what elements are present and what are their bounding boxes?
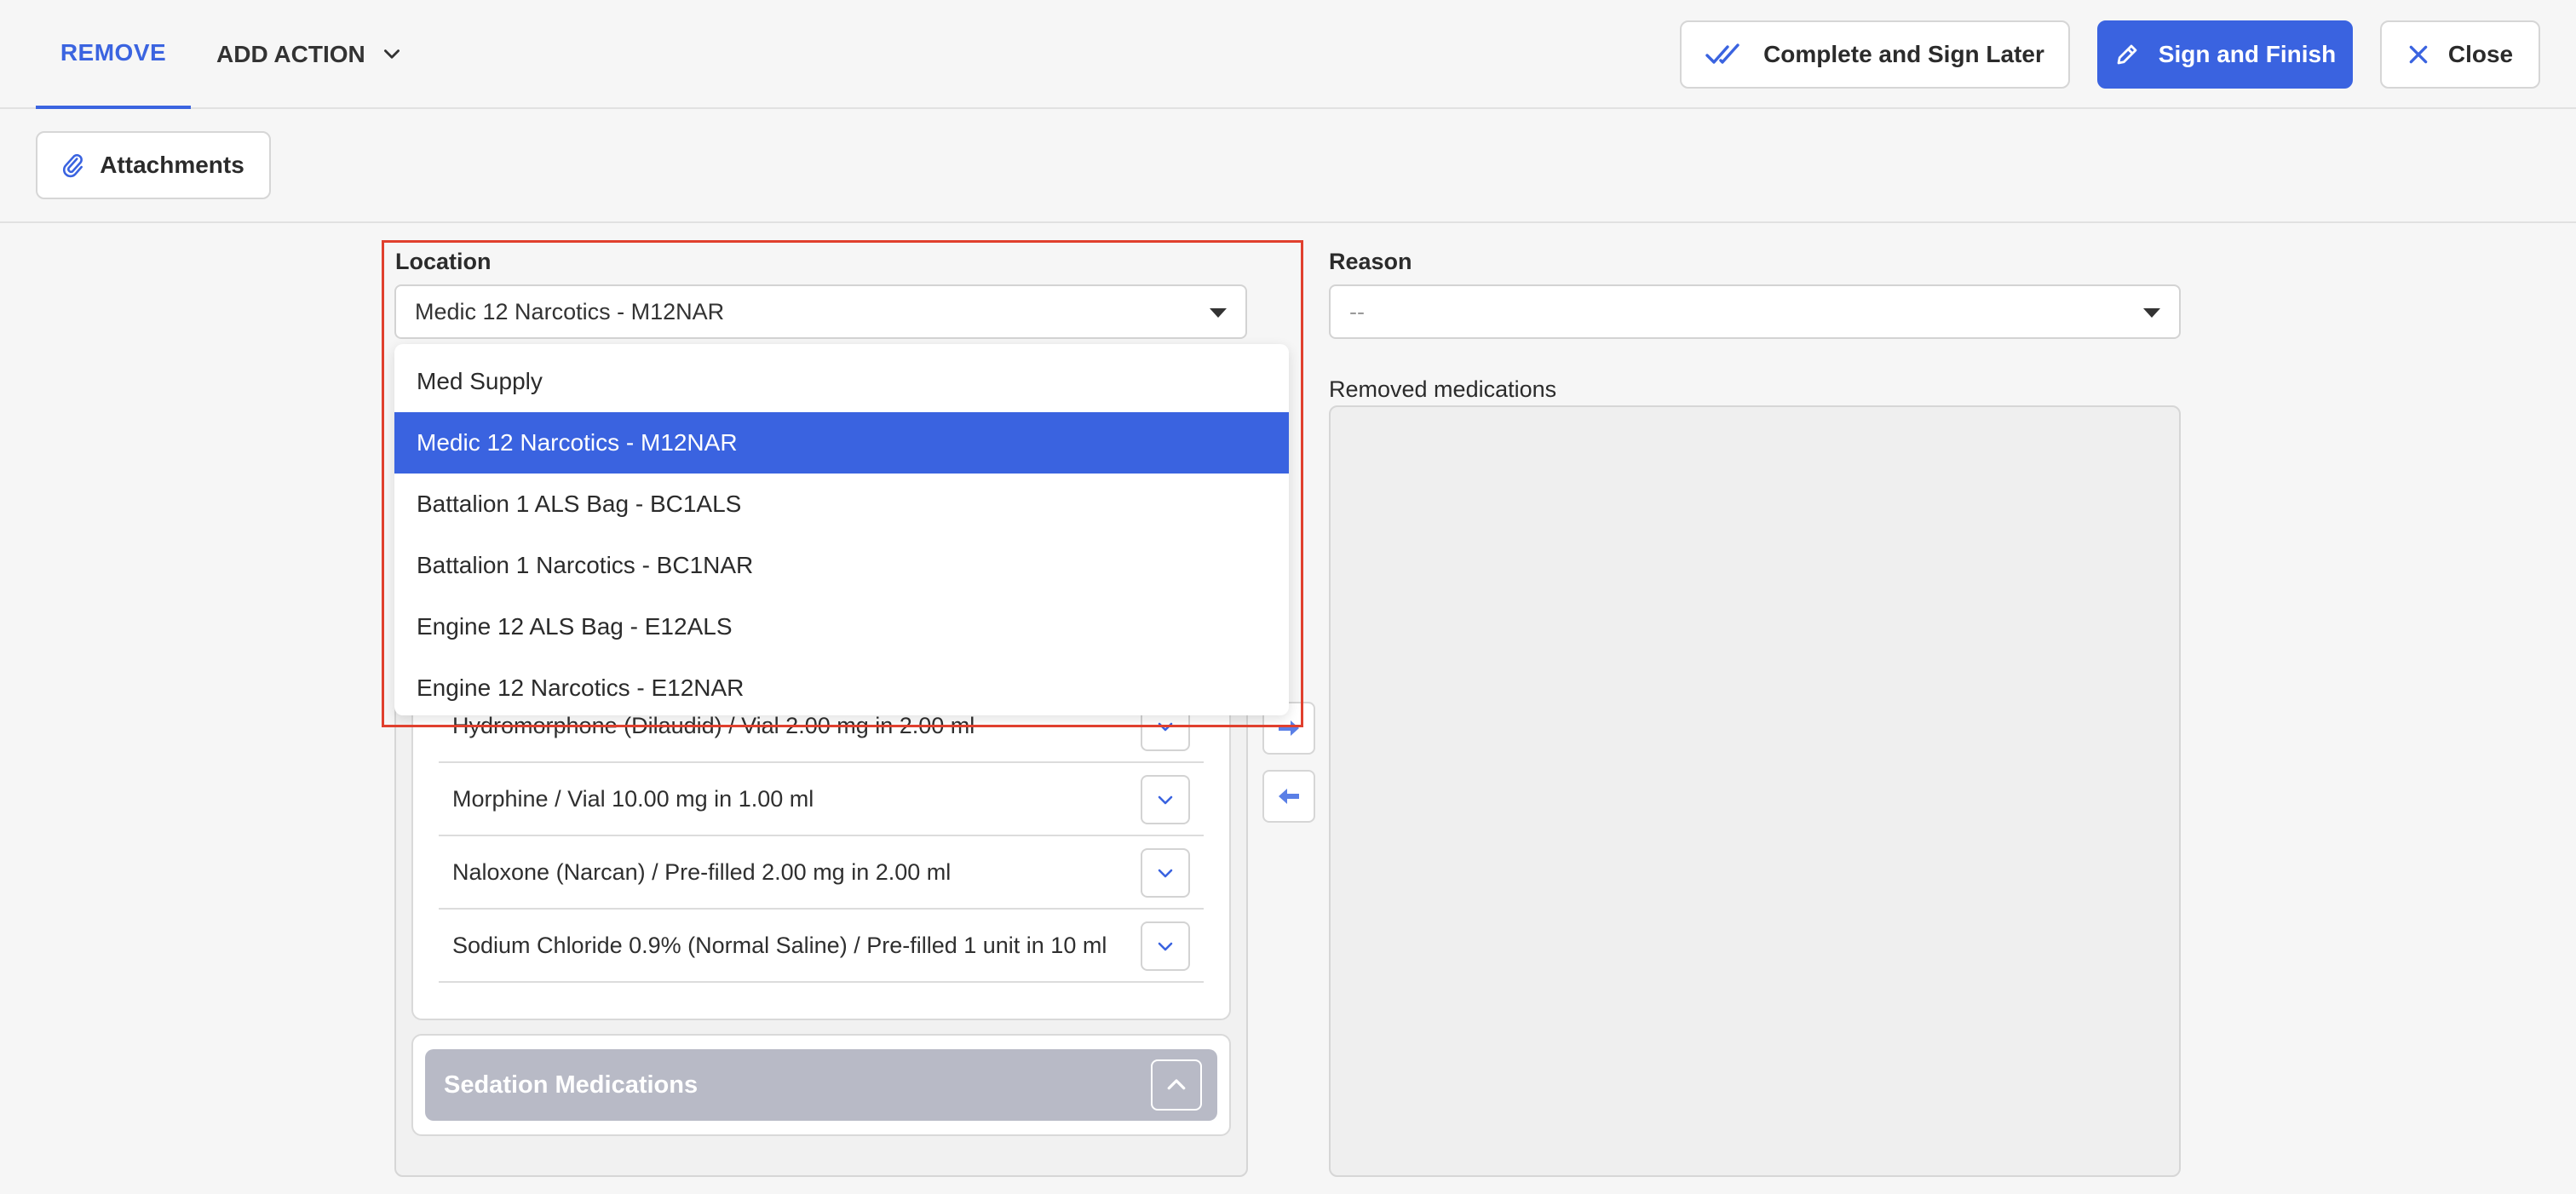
medication-name: Naloxone (Narcan) / Pre-filled 2.00 mg i… [452,858,952,885]
expand-button[interactable] [1141,775,1190,824]
move-left-button[interactable] [1262,770,1315,823]
medication-name: Morphine / Vial 10.00 mg in 1.00 ml [452,785,814,812]
header: REMOVE ADD ACTION Complete and Sign Late… [0,0,2576,109]
close-label: Close [2447,41,2514,67]
tab-remove-label: REMOVE [60,39,167,66]
caret-down-icon [2143,308,2160,318]
close-icon [2407,43,2429,66]
chevron-down-icon [1155,863,1176,883]
medication-row: Naloxone (Narcan) / Pre-filled 2.00 mg i… [439,836,1204,910]
expand-button[interactable] [1141,848,1190,898]
location-select-value: Medic 12 Narcotics - M12NAR [415,298,725,324]
removed-medications-label: Removed medications [1329,376,1557,402]
arrow-right-icon [1277,719,1301,738]
location-option[interactable]: Engine 12 Narcotics - E12NAR [394,657,1289,715]
complete-sign-later-button[interactable]: Complete and Sign Later [1680,20,2070,89]
location-option[interactable]: Engine 12 ALS Bag - E12ALS [394,596,1289,657]
medication-row: Sodium Chloride 0.9% (Normal Saline) / P… [439,910,1204,983]
paperclip-icon [62,152,84,178]
complete-sign-later-label: Complete and Sign Later [1763,41,2044,67]
add-action-label: ADD ACTION [216,41,365,67]
medication-name: Hydromorphone (Dilaudid) / Vial 2.00 mg … [452,712,975,738]
location-option[interactable]: Med Supply [394,351,1289,412]
chevron-down-icon [381,43,403,66]
chevron-down-icon [1155,936,1176,956]
sign-finish-button[interactable]: Sign and Finish [2097,20,2353,89]
collapse-button[interactable] [1151,1059,1202,1111]
medication-name: Sodium Chloride 0.9% (Normal Saline) / P… [452,932,1107,958]
expand-button[interactable] [1141,921,1190,971]
sedation-title: Sedation Medications [444,1071,699,1099]
pen-icon [2114,42,2140,67]
chevron-up-icon [1164,1072,1189,1098]
toolbar: Attachments [0,111,2576,223]
add-action-dropdown[interactable]: ADD ACTION [216,0,403,109]
medication-row: Morphine / Vial 10.00 mg in 1.00 ml [439,763,1204,836]
reason-label: Reason [1329,249,1412,274]
attachments-button[interactable]: Attachments [36,131,271,199]
location-select[interactable]: Medic 12 Narcotics - M12NAR [394,284,1247,339]
location-option-selected[interactable]: Medic 12 Narcotics - M12NAR [394,412,1289,474]
reason-select-value: -- [1349,298,1365,324]
tab-remove[interactable]: REMOVE [36,0,191,109]
location-option[interactable]: Battalion 1 ALS Bag - BC1ALS [394,474,1289,535]
close-button[interactable]: Close [2380,20,2540,89]
arrow-left-icon [1277,787,1301,806]
double-check-icon [1705,42,1745,67]
reason-select[interactable]: -- [1329,284,2181,339]
attachments-label: Attachments [100,152,244,178]
removed-medications-box [1329,405,2181,1177]
location-label: Location [395,249,492,274]
sedation-section-header[interactable]: Sedation Medications [425,1049,1217,1121]
chevron-down-icon [1155,716,1176,737]
caret-down-icon [1210,308,1227,318]
chevron-down-icon [1155,789,1176,810]
sign-finish-label: Sign and Finish [2158,41,2337,67]
location-option[interactable]: Battalion 1 Narcotics - BC1NAR [394,535,1289,596]
location-dropdown-menu: Med Supply Medic 12 Narcotics - M12NAR B… [394,344,1289,715]
